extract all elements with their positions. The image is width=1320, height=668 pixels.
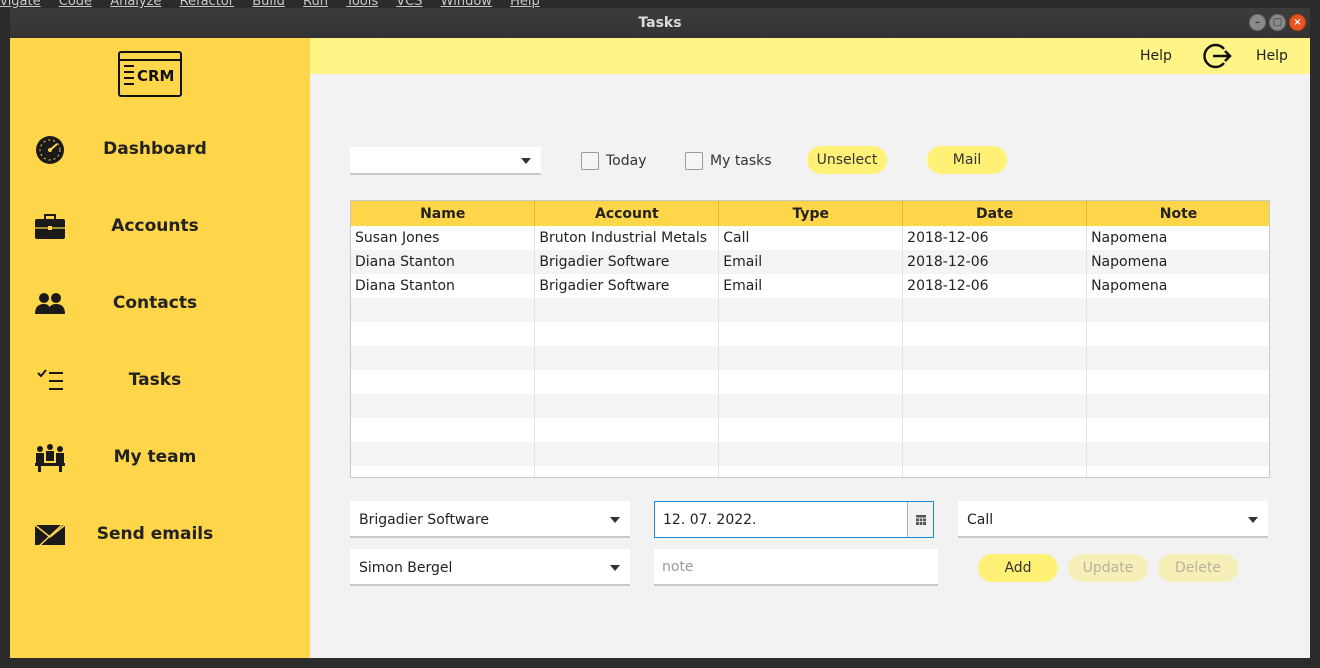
today-checkbox[interactable]: Today [581, 152, 647, 170]
minimize-button[interactable]: – [1249, 14, 1266, 31]
sidebar-item-label: Send emails [96, 524, 214, 544]
sidebar-item-my-team[interactable]: My team [10, 428, 310, 488]
select-value: Call [967, 512, 994, 528]
sidebar-item-label: Contacts [112, 293, 198, 313]
table-cell: 2018-12-06 [902, 226, 1088, 250]
sidebar-item-send-emails[interactable]: Send emails [10, 505, 310, 565]
table-row[interactable]: Diana Stanton Brigadier Software Email 2… [351, 274, 1269, 298]
checkbox-label: Today [606, 153, 647, 169]
sidebar-item-label: Dashboard [103, 139, 207, 159]
crm-logo: CRM [118, 51, 182, 97]
table-cell: Email [718, 250, 904, 274]
app-window: Tasks – □ × CRM Dashboard Accounts Conta… [10, 8, 1310, 658]
main-content: Today My tasks Unselect Mail Name Accoun… [310, 74, 1310, 658]
contact-select[interactable]: Simon Bergel [350, 549, 630, 586]
calendar-icon [916, 515, 926, 525]
speedometer-icon [36, 136, 64, 164]
table-cell: Brigadier Software [534, 274, 720, 298]
table-header-row: Name Account Type Date Note [351, 201, 1269, 226]
empty-row [351, 466, 1269, 477]
sidebar-item-accounts[interactable]: Accounts [10, 197, 310, 257]
sidebar-item-dashboard[interactable]: Dashboard [10, 120, 310, 180]
checkbox-label: My tasks [710, 153, 772, 169]
table-cell: Diana Stanton [351, 274, 536, 298]
empty-row [351, 346, 1269, 370]
title-bar: Tasks – □ × [10, 8, 1310, 38]
column-header-account[interactable]: Account [534, 201, 720, 226]
mail-button[interactable]: Mail [927, 146, 1007, 174]
ide-menu-bar: vigate Code Analyze Refactor Build Run T… [0, 0, 554, 9]
logout-icon[interactable] [1202, 41, 1232, 71]
calendar-button[interactable] [907, 502, 933, 537]
close-button[interactable]: × [1289, 14, 1306, 31]
table-cell: Bruton Industrial Metals [534, 226, 720, 250]
table-row[interactable]: Diana Stanton Brigadier Software Email 2… [351, 250, 1269, 274]
empty-row [351, 370, 1269, 394]
maximize-button[interactable]: □ [1269, 14, 1286, 31]
sidebar-item-label: My team [113, 447, 197, 467]
table-cell: Email [718, 274, 904, 298]
top-bar: Help Help [310, 38, 1310, 74]
delete-button[interactable]: Delete [1158, 554, 1238, 582]
sidebar-item-tasks[interactable]: Tasks [10, 351, 310, 411]
chevron-down-icon [610, 517, 620, 523]
chevron-down-icon [1248, 517, 1258, 523]
help-link[interactable]: Help [1140, 48, 1172, 64]
empty-row [351, 322, 1269, 346]
sidebar-item-contacts[interactable]: Contacts [10, 274, 310, 334]
unselect-button[interactable]: Unselect [807, 146, 887, 174]
briefcase-icon [35, 214, 65, 239]
checkbox-box[interactable] [581, 152, 599, 170]
window-controls: – □ × [1249, 14, 1306, 31]
checklist-icon [37, 369, 63, 390]
sidebar: CRM Dashboard Accounts Contacts Tasks My… [10, 38, 310, 658]
select-value: Simon Bergel [359, 560, 453, 576]
table-cell: Napomena [1086, 250, 1269, 274]
update-button[interactable]: Update [1068, 554, 1148, 582]
date-picker[interactable]: 12. 07. 2022. [654, 501, 934, 538]
empty-row [351, 418, 1269, 442]
table-cell: Diana Stanton [351, 250, 536, 274]
table-cell: Napomena [1086, 226, 1269, 250]
my-tasks-checkbox[interactable]: My tasks [685, 152, 772, 170]
sidebar-item-label: Tasks [128, 370, 182, 390]
column-header-type[interactable]: Type [718, 201, 904, 226]
email-icon [34, 522, 66, 548]
window-title: Tasks [638, 15, 682, 31]
sidebar-item-label: Accounts [111, 216, 199, 236]
table-cell: 2018-12-06 [902, 250, 1088, 274]
add-button[interactable]: Add [978, 554, 1058, 582]
account-filter-combo[interactable] [350, 147, 541, 175]
people-icon [35, 293, 65, 314]
empty-row [351, 442, 1269, 466]
table-cell: Brigadier Software [534, 250, 720, 274]
help-link[interactable]: Help [1256, 48, 1288, 64]
account-select[interactable]: Brigadier Software [350, 501, 630, 538]
note-input[interactable] [662, 559, 922, 575]
column-header-note[interactable]: Note [1086, 201, 1269, 226]
empty-row [351, 394, 1269, 418]
checkbox-box[interactable] [685, 152, 703, 170]
tasks-table: Name Account Type Date Note Susan Jones … [350, 200, 1270, 478]
select-value: Brigadier Software [359, 512, 490, 528]
logo-text: CRM [137, 67, 175, 85]
column-header-name[interactable]: Name [351, 201, 536, 226]
team-icon [35, 444, 65, 472]
type-select[interactable]: Call [958, 501, 1268, 538]
table-cell: 2018-12-06 [902, 274, 1088, 298]
chevron-down-icon [610, 565, 620, 571]
empty-row [351, 298, 1269, 322]
table-cell: Call [718, 226, 904, 250]
chevron-down-icon [521, 158, 531, 164]
table-row[interactable]: Susan Jones Bruton Industrial Metals Cal… [351, 226, 1269, 250]
note-field-wrapper [654, 549, 938, 586]
date-value: 12. 07. 2022. [663, 512, 757, 528]
table-cell: Susan Jones [351, 226, 536, 250]
column-header-date[interactable]: Date [902, 201, 1088, 226]
table-cell: Napomena [1086, 274, 1269, 298]
